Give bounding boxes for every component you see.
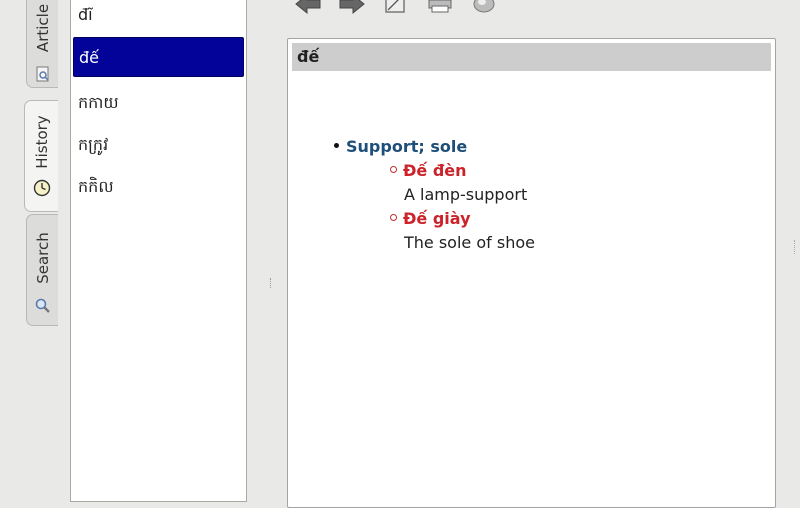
list-item[interactable]: កក្រូវ (73, 125, 244, 165)
example-headword-line: Đế giày (390, 209, 471, 228)
tab-history-label: History (32, 115, 51, 169)
list-item[interactable]: កកាយ (73, 83, 244, 123)
forward-arrow-icon[interactable] (338, 0, 366, 18)
tab-search-label: Search (33, 232, 52, 284)
example-word: Đế đèn (403, 161, 467, 180)
pane-splitter[interactable] (262, 0, 268, 500)
sense-text: Support; sole (346, 137, 468, 156)
splitter-grip (270, 278, 273, 288)
toolbar (290, 0, 520, 20)
example-word: Đế giày (403, 209, 471, 228)
circle-bullet (390, 214, 397, 221)
list-item-selected[interactable]: đế (73, 37, 244, 77)
tab-article[interactable]: Article (26, 0, 58, 88)
article-view[interactable]: đế Support; sole Đế đèn A lamp-support Đ… (287, 38, 776, 508)
tab-article-label: Article (33, 3, 52, 53)
vertical-tab-strip: Article History Search (0, 0, 70, 500)
sense-line: Support; sole (334, 137, 467, 156)
history-word-list[interactable]: đĩ đế កកាយ កក្រូវ កកិល (70, 0, 247, 502)
clock-icon (33, 179, 51, 197)
right-splitter-grip (794, 240, 797, 254)
example-translation: The sole of shoe (404, 233, 535, 252)
magnifier-icon (35, 298, 50, 313)
print-icon[interactable] (426, 0, 454, 18)
article-headword: đế (292, 43, 771, 71)
tab-history[interactable]: History (24, 100, 58, 212)
example-translation: A lamp-support (404, 185, 528, 204)
list-item[interactable]: đĩ (73, 0, 244, 35)
back-arrow-icon[interactable] (294, 0, 322, 18)
bullet (334, 143, 339, 148)
tab-search[interactable]: Search (26, 214, 58, 326)
article-icon (36, 66, 49, 82)
example-headword-line: Đế đèn (390, 161, 467, 180)
circle-bullet (390, 166, 397, 173)
edit-icon[interactable] (382, 0, 410, 18)
speaker-icon[interactable] (470, 0, 498, 18)
list-item[interactable]: កកិល (73, 167, 244, 207)
